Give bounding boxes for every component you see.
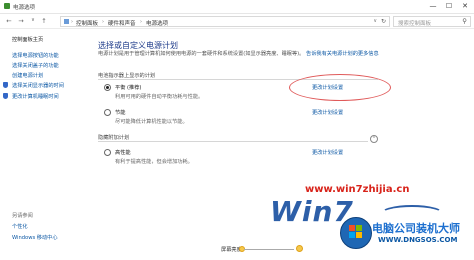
search-placeholder: 搜索控制面板	[398, 20, 432, 27]
see-also-heading: 另请参阅	[12, 213, 33, 219]
plan-power-saver-radio[interactable]	[104, 109, 111, 116]
sidebar-item-power-button[interactable]: 选择电源按钮的功能	[12, 52, 59, 59]
breadcrumb-separator: ›	[71, 18, 73, 25]
power-options-icon	[4, 3, 10, 9]
shield-icon	[3, 93, 8, 99]
forward-arrow-icon[interactable]: →	[17, 17, 25, 25]
window-title: 电源选项	[13, 5, 36, 11]
breadcrumb-separator: ›	[140, 18, 142, 25]
breadcrumb-power-options[interactable]: 电源选项	[146, 19, 168, 27]
watermark-site-name: 电脑公司装机大师	[372, 222, 460, 235]
sidebar: 控制面板主页 选择电源按钮的功能 选择关闭盖子的功能 创建电源计划 选择关闭显示…	[0, 29, 84, 260]
section-shown-plans: 电池指示器上显示的计划	[98, 73, 156, 79]
sidebar-item-lid-close[interactable]: 选择关闭盖子的功能	[12, 62, 59, 69]
sidebar-item-sleep-time[interactable]: 更改计算机睡眠时间	[12, 93, 59, 100]
plan-balanced-name[interactable]: 平衡 (推荐)	[115, 84, 141, 91]
breadcrumb-hardware-sound[interactable]: 硬件和声音	[108, 19, 136, 27]
watermark-url: www.win7zhijia.cn	[305, 184, 410, 195]
page-description: 电源计划是用于管理计算机如何使用电源的一套硬件和系统设置(如显示器亮度、睡眠等)…	[98, 51, 388, 59]
learn-more-link[interactable]: 告诉我有关电源计划的更多信息	[306, 51, 379, 57]
sidebar-item-control-panel-home[interactable]: 控制面板主页	[12, 36, 43, 43]
brightness-bar: 屏幕亮度:	[84, 243, 384, 256]
expand-chevron-icon[interactable]: ⌃	[370, 135, 378, 143]
plan-balanced-radio[interactable]	[104, 84, 111, 91]
refresh-icon[interactable]: ↻	[381, 18, 386, 25]
sidebar-item-create-plan[interactable]: 创建电源计划	[12, 72, 43, 79]
address-field[interactable]: › 控制面板 › 硬件和声音 › 电源选项 ∨ ↻	[60, 16, 390, 27]
sidebar-item-display-off[interactable]: 选择关闭显示器的时间	[12, 82, 64, 89]
divider	[98, 141, 368, 142]
brightness-slider[interactable]	[244, 249, 294, 250]
change-plan-settings-power-saver[interactable]: 更改计划设置	[312, 109, 343, 116]
brightness-high-icon	[296, 245, 303, 252]
plan-balanced-description: 利用可用的硬件自动平衡功耗与性能。	[115, 94, 204, 100]
plan-power-saver-name[interactable]: 节能	[115, 109, 125, 116]
windows-orb-icon	[340, 217, 372, 249]
plan-high-performance-description: 有利于提高性能，但会增加功耗。	[115, 159, 193, 165]
search-icon[interactable]: ⚲	[462, 17, 467, 25]
address-dropdown-icon[interactable]: ∨	[373, 18, 377, 24]
win7-logo-text: Win7	[270, 195, 354, 228]
change-plan-settings-high-performance[interactable]: 更改计划设置	[312, 149, 343, 156]
title-bar: 电源选项 — ☐ ✕	[0, 0, 474, 14]
maximize-button[interactable]: ☐	[442, 2, 456, 10]
search-input[interactable]: 搜索控制面板 ⚲	[393, 16, 471, 27]
up-arrow-icon[interactable]: ↑	[40, 17, 48, 25]
highlight-circle	[289, 74, 391, 101]
breadcrumb-separator: ›	[102, 18, 104, 25]
plan-power-saver-description: 尽可能降低计算机性能以节能。	[115, 119, 188, 125]
back-arrow-icon[interactable]: ←	[5, 17, 13, 25]
description-text: 电源计划是用于管理计算机如何使用电源的一套硬件和系统设置(如显示器亮度、睡眠等)…	[98, 51, 305, 57]
breadcrumb-control-panel[interactable]: 控制面板	[76, 19, 98, 27]
plan-high-performance-radio[interactable]	[104, 149, 111, 156]
see-also-mobility-center[interactable]: Windows 移动中心	[12, 234, 58, 241]
watermark-site-url: WWW.DNGSOS.COM	[378, 236, 458, 244]
see-also-personalization[interactable]: 个性化	[12, 223, 28, 230]
close-button[interactable]: ✕	[458, 2, 472, 10]
control-panel-icon	[64, 19, 69, 24]
address-bar-row: ← → ∨ ↑ › 控制面板 › 硬件和声音 › 电源选项 ∨ ↻ 搜索控制面板…	[0, 14, 474, 29]
plan-high-performance-name[interactable]: 高性能	[115, 149, 131, 156]
recent-dropdown-icon[interactable]: ∨	[29, 17, 37, 23]
section-hidden-plans[interactable]: 隐藏附加计划	[98, 134, 129, 141]
shield-icon	[3, 82, 8, 88]
minimize-button[interactable]: —	[426, 2, 440, 10]
page-title: 选择或自定义电源计划	[98, 41, 178, 50]
